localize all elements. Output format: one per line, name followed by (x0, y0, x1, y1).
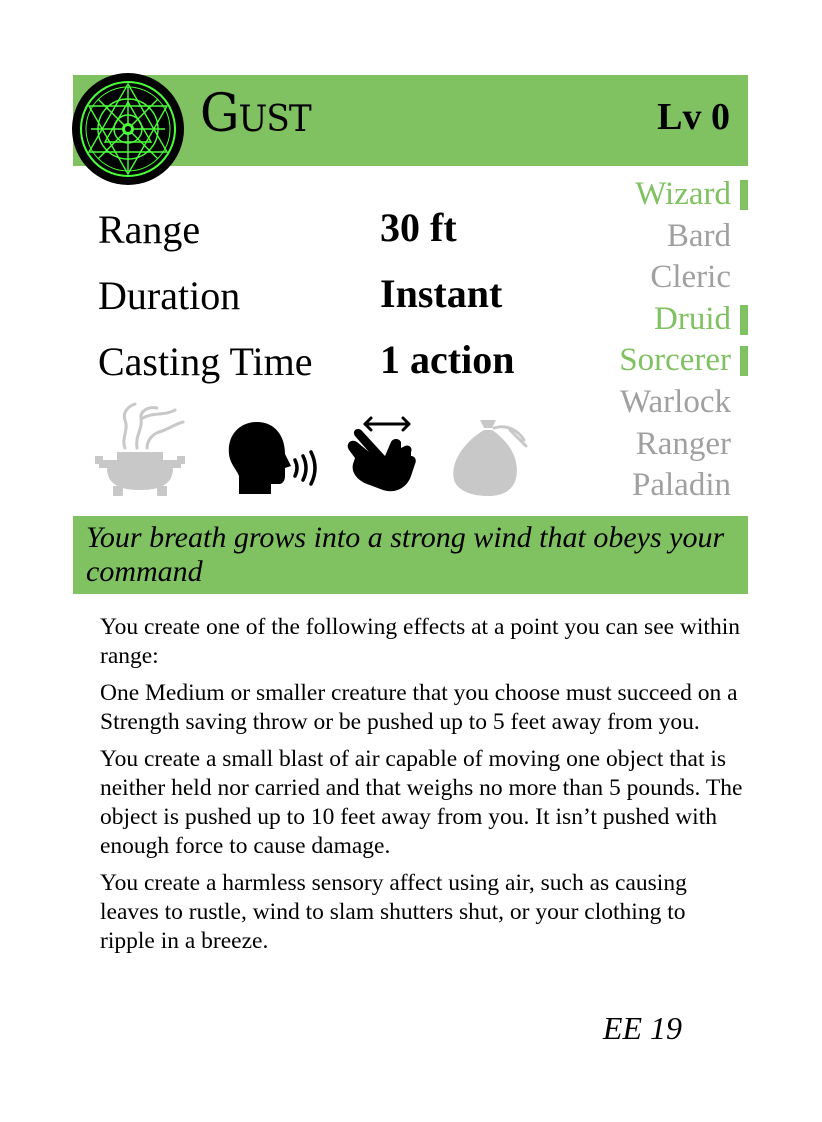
class-druid: Druid (619, 299, 748, 341)
component-icons (95, 398, 555, 503)
description-paragraph: You create a harmless sensory affect usi… (100, 870, 687, 954)
casting-time-label: Casting Time (98, 339, 313, 384)
spell-title: Gust (200, 84, 312, 144)
description-paragraph: You create one of the following effects … (100, 614, 740, 669)
class-warlock: Warlock (620, 383, 731, 420)
duration-value: Instant (380, 271, 503, 316)
class-sorcerer: Sorcerer (619, 340, 748, 382)
description-paragraph: One Medium or smaller creature that you … (100, 680, 738, 735)
casting-time-value: 1 action (380, 337, 515, 382)
speaking-head-icon (228, 422, 317, 494)
source-reference: EE 19 (602, 1010, 682, 1046)
class-list: Wizard Bard Cleric Druid Sorcerer Warloc… (619, 174, 748, 507)
range-label: Range (98, 207, 201, 252)
incense-burner-icon (95, 402, 185, 496)
class-ranger: Ranger (635, 425, 731, 462)
flavor-text: Your breath grows into a strong wind tha… (86, 521, 725, 588)
magic-sigil-icon (72, 73, 184, 185)
spell-description: You create one of the following effects … (100, 613, 745, 964)
pouch-icon (453, 420, 528, 496)
spell-level: Lv 0 (657, 96, 730, 138)
duration-label: Duration (98, 273, 241, 318)
class-paladin: Paladin (632, 467, 731, 504)
range-value: 30 ft (380, 205, 457, 250)
class-wizard: Wizard (619, 174, 748, 216)
hand-gesture-icon (347, 416, 416, 492)
class-bard: Bard (666, 217, 731, 254)
description-paragraph: You create a small blast of air capable … (100, 746, 743, 859)
class-cleric: Cleric (650, 259, 731, 296)
